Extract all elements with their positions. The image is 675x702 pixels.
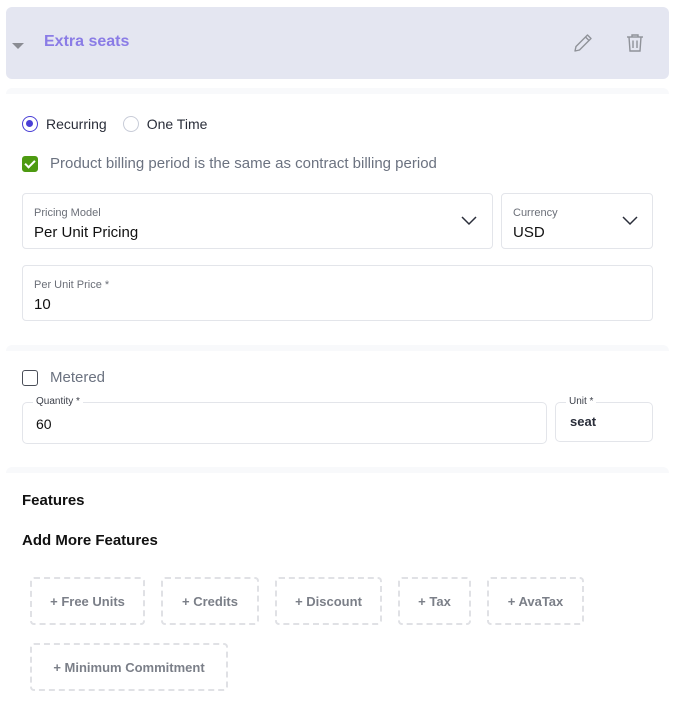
radio-label: One Time — [146, 116, 208, 132]
trash-icon[interactable] — [623, 31, 647, 55]
radio-button[interactable] — [122, 116, 139, 132]
product-title: Extra seats — [44, 33, 130, 50]
radio-recurring[interactable]: Recurring — [22, 116, 107, 132]
per-unit-price-input[interactable]: Per Unit Price * 10 — [22, 265, 653, 321]
add-avatax-button[interactable]: + AvaTax — [487, 577, 584, 625]
section-divider — [6, 345, 669, 351]
pricing-model-select[interactable]: Pricing Model Per Unit Pricing — [22, 193, 493, 249]
add-discount-button[interactable]: + Discount — [275, 577, 382, 625]
add-free-units-button[interactable]: + Free Units — [30, 577, 145, 625]
radio-button[interactable] — [22, 116, 38, 132]
metered-option[interactable]: Metered — [22, 369, 105, 386]
product-header[interactable]: Extra seats — [6, 7, 669, 79]
quantity-label: Quantity * — [33, 396, 83, 407]
pricing-model-value: Per Unit Pricing — [34, 224, 139, 241]
section-divider — [6, 467, 669, 473]
quantity-input[interactable]: Quantity * 60 — [22, 396, 547, 444]
currency-label: Currency — [513, 207, 558, 219]
pencil-icon[interactable] — [571, 31, 595, 55]
same-billing-period-checkbox[interactable] — [22, 155, 38, 172]
same-billing-period-label: Product billing period is the same as co… — [50, 155, 437, 172]
unit-input[interactable]: Unit * seat — [555, 396, 653, 442]
metered-checkbox[interactable] — [22, 369, 38, 386]
chevron-down-icon[interactable] — [622, 214, 638, 226]
per-unit-price-label: Per Unit Price * — [34, 279, 110, 291]
add-credits-button[interactable]: + Credits — [161, 577, 259, 625]
quantity-value: 60 — [36, 416, 52, 432]
radio-label: Recurring — [46, 116, 107, 132]
billing-type-radio-group: Recurring One Time — [22, 116, 207, 132]
currency-select[interactable]: Currency USD — [501, 193, 653, 249]
add-minimum-commitment-button[interactable]: + Minimum Commitment — [30, 643, 228, 691]
metered-label: Metered — [50, 369, 106, 386]
unit-value: seat — [570, 414, 597, 429]
add-more-features-title: Add More Features — [22, 532, 158, 549]
per-unit-price-value: 10 — [34, 296, 51, 313]
unit-label: Unit * — [566, 396, 597, 407]
same-billing-period-option[interactable]: Product billing period is the same as co… — [22, 155, 437, 172]
add-tax-button[interactable]: + Tax — [398, 577, 471, 625]
chevron-down-icon[interactable] — [461, 214, 477, 226]
section-divider — [6, 88, 669, 94]
radio-one-time[interactable]: One Time — [122, 116, 208, 132]
caret-down-icon[interactable] — [12, 43, 24, 49]
pricing-model-label: Pricing Model — [34, 207, 101, 219]
currency-value: USD — [513, 224, 545, 241]
features-title: Features — [22, 492, 85, 509]
